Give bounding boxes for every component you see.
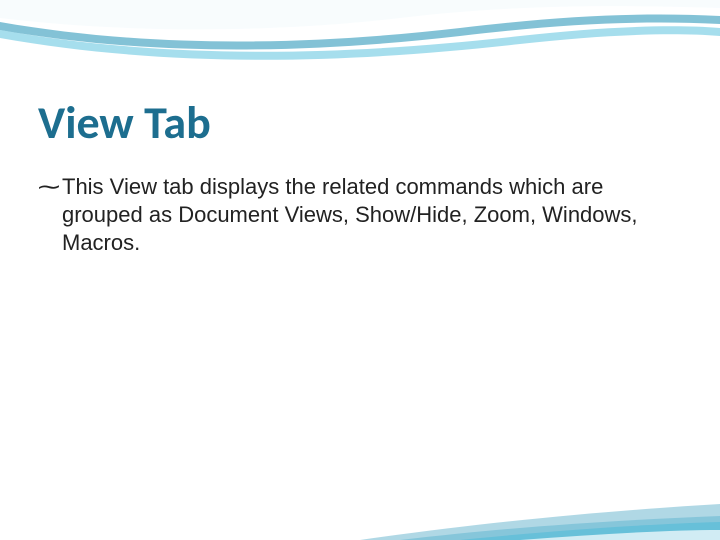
slide-content: View Tab ⁓ This View tab displays the re… bbox=[0, 0, 720, 257]
decorative-swoosh-bottom bbox=[0, 480, 720, 540]
bullet-glyph: ⁓ bbox=[38, 173, 62, 201]
bullet-item: ⁓ This View tab displays the related com… bbox=[38, 173, 680, 257]
slide-body-text: This View tab displays the related comma… bbox=[62, 173, 680, 257]
slide-title: View Tab bbox=[38, 95, 680, 151]
